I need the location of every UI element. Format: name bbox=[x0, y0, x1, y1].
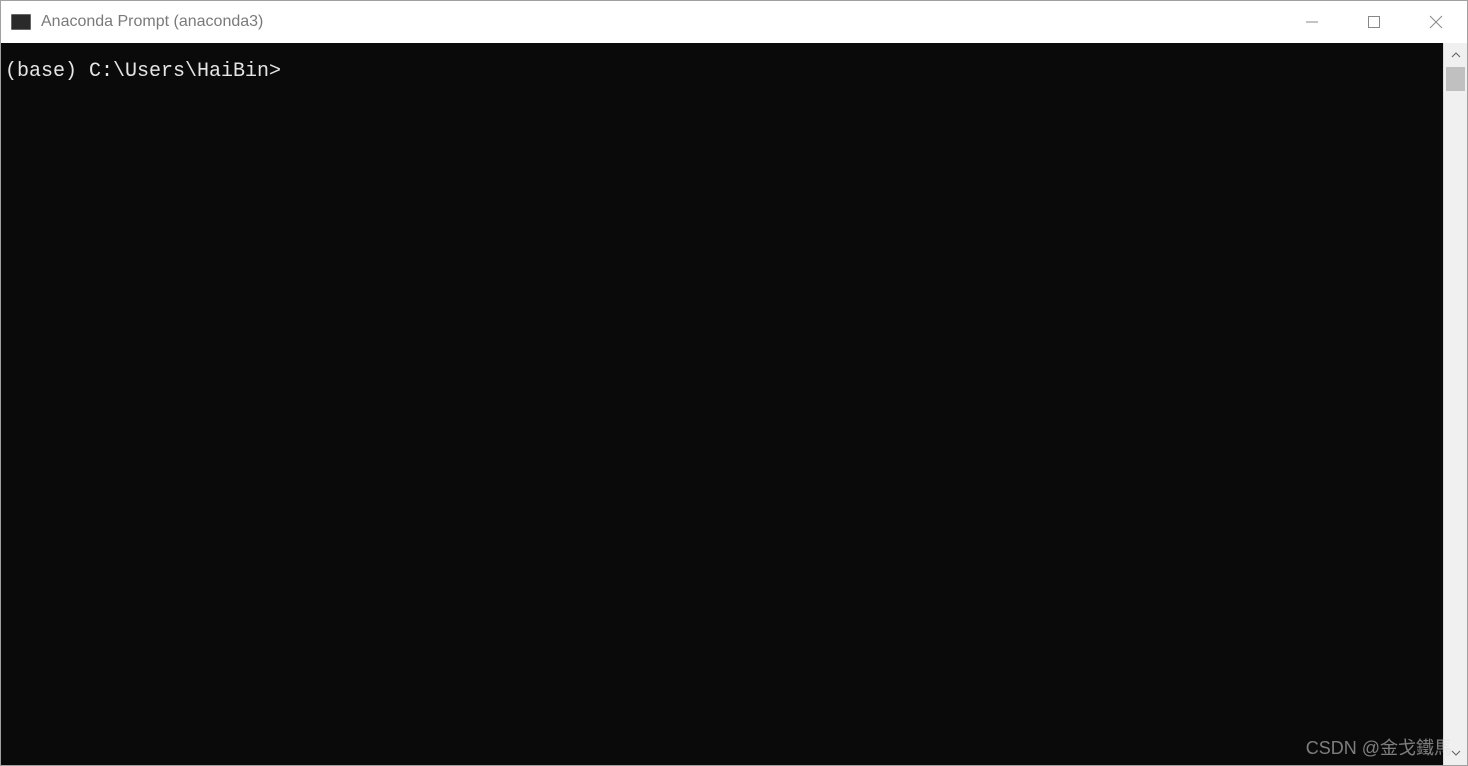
minimize-button[interactable] bbox=[1281, 1, 1343, 43]
titlebar[interactable]: Anaconda Prompt (anaconda3) bbox=[1, 1, 1467, 43]
scroll-up-arrow[interactable] bbox=[1444, 43, 1467, 67]
window-controls bbox=[1281, 1, 1467, 43]
client-area: (base) C:\Users\HaiBin> bbox=[1, 43, 1467, 765]
chevron-up-icon bbox=[1451, 52, 1461, 58]
terminal[interactable]: (base) C:\Users\HaiBin> bbox=[1, 43, 1443, 765]
app-window: Anaconda Prompt (anaconda3) (base) C:\Us… bbox=[0, 0, 1468, 766]
minimize-icon bbox=[1305, 15, 1319, 29]
chevron-down-icon bbox=[1451, 750, 1461, 756]
scroll-track[interactable] bbox=[1444, 67, 1467, 741]
scroll-down-arrow[interactable] bbox=[1444, 741, 1467, 765]
terminal-prompt: (base) C:\Users\HaiBin> bbox=[5, 60, 281, 83]
close-icon bbox=[1429, 15, 1443, 29]
maximize-icon bbox=[1367, 15, 1381, 29]
scroll-thumb[interactable] bbox=[1446, 67, 1465, 91]
app-icon bbox=[11, 14, 31, 30]
window-title: Anaconda Prompt (anaconda3) bbox=[41, 13, 1281, 31]
vertical-scrollbar[interactable] bbox=[1443, 43, 1467, 765]
maximize-button[interactable] bbox=[1343, 1, 1405, 43]
close-button[interactable] bbox=[1405, 1, 1467, 43]
